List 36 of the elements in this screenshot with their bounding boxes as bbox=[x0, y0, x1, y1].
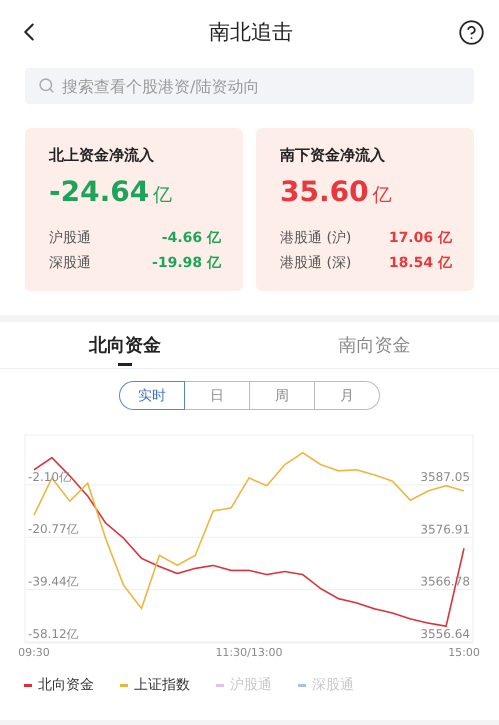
channel-label: 沪股通 bbox=[49, 229, 91, 248]
card-title: 北上资金净流入 bbox=[49, 146, 155, 165]
page-title: 南北追击 bbox=[209, 19, 293, 46]
channel-label: 深股通 bbox=[49, 254, 91, 273]
search-icon bbox=[38, 77, 55, 94]
net-inflow-value: -24.64 bbox=[49, 175, 150, 208]
axis-label: 3576.91 bbox=[420, 522, 470, 536]
channel-value: 17.06 亿 bbox=[388, 229, 452, 248]
channel-label: 港股通 (深) bbox=[280, 254, 352, 273]
card-title: 南下资金净流入 bbox=[280, 146, 386, 165]
net-inflow-value: 35.60 bbox=[280, 175, 369, 208]
axis-label: 11:30/13:00 bbox=[215, 646, 283, 659]
legend-item[interactable]: 北向资金 bbox=[24, 676, 94, 694]
channel-value: -4.66 亿 bbox=[162, 229, 221, 248]
axis-label: -2.10亿 bbox=[28, 470, 72, 484]
channel-label: 港股通 (沪) bbox=[280, 229, 352, 248]
search-field[interactable]: 搜索查看个股港资/陆资动向 bbox=[25, 68, 474, 104]
channel-value: 18.54 亿 bbox=[388, 254, 452, 273]
axis-label: -58.12亿 bbox=[28, 626, 79, 641]
axis-label: -20.77亿 bbox=[28, 522, 79, 536]
axis-label: 3587.05 bbox=[420, 470, 470, 484]
axis-label: 3556.64 bbox=[420, 626, 470, 641]
period-tab[interactable]: 月 bbox=[314, 381, 380, 410]
axis-label: 15:00 bbox=[448, 646, 480, 659]
help-icon[interactable] bbox=[458, 18, 485, 46]
period-tab[interactable]: 周 bbox=[249, 381, 315, 410]
channel-value: -19.98 亿 bbox=[152, 254, 221, 273]
period-tab[interactable]: 实时 bbox=[119, 381, 185, 410]
period-tab[interactable]: 日 bbox=[184, 381, 250, 410]
tab[interactable]: 南向资金 bbox=[250, 322, 499, 368]
unit-label: 亿 bbox=[153, 183, 172, 208]
tab[interactable]: 北向资金 bbox=[0, 322, 250, 368]
unit-label: 亿 bbox=[372, 183, 392, 208]
axis-label: -39.44亿 bbox=[28, 574, 79, 589]
legend-item[interactable]: 上证指数 bbox=[120, 676, 190, 694]
axis-label: 09:30 bbox=[18, 646, 50, 659]
